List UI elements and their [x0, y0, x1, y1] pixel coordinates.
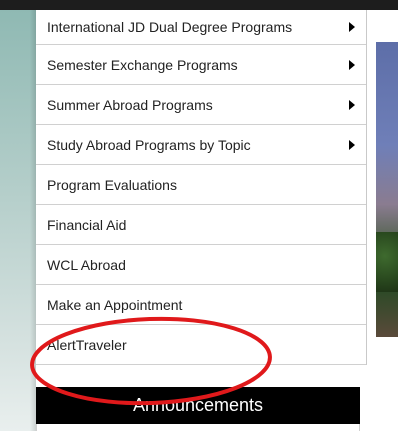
menu-item-summer-abroad-programs[interactable]: Summer Abroad Programs: [36, 85, 366, 125]
menu-item-wcl-abroad[interactable]: WCL Abroad: [36, 245, 366, 285]
menu-item-label: WCL Abroad: [47, 256, 126, 273]
menu-item-international-jd-dual-degree-programs[interactable]: International JD Dual Degree Programs: [36, 10, 366, 45]
announcements-header: Announcements: [36, 387, 360, 424]
chevron-right-icon: [349, 139, 355, 150]
menu-item-label: Program Evaluations: [47, 176, 177, 193]
chevron-right-icon: [349, 59, 355, 70]
menu-item-label: Summer Abroad Programs: [47, 96, 213, 113]
left-background-strip: [0, 10, 36, 431]
menu-item-label: International JD Dual Degree Programs: [47, 19, 293, 35]
menu-item-label: AlertTraveler: [47, 336, 127, 353]
menu-item-alerttraveler[interactable]: AlertTraveler: [36, 325, 366, 365]
menu-item-program-evaluations[interactable]: Program Evaluations: [36, 165, 366, 205]
menu-item-label: Make an Appointment: [47, 296, 183, 313]
dropdown-menu: International JD Dual Degree Programs Se…: [36, 10, 367, 365]
menu-item-study-abroad-programs-by-topic[interactable]: Study Abroad Programs by Topic: [36, 125, 366, 165]
announcements-title: Announcements: [132, 395, 264, 415]
announcements-body: [36, 424, 360, 431]
chevron-right-icon: [349, 99, 355, 110]
menu-item-semester-exchange-programs[interactable]: Semester Exchange Programs: [36, 45, 366, 85]
top-bar: [0, 0, 398, 10]
chevron-right-icon: [349, 22, 355, 32]
menu-item-label: Financial Aid: [47, 216, 127, 233]
photo-foliage: [376, 232, 398, 292]
menu-item-make-an-appointment[interactable]: Make an Appointment: [36, 285, 366, 325]
menu-item-label: Semester Exchange Programs: [47, 56, 238, 73]
background-photo: [376, 42, 398, 337]
page: International JD Dual Degree Programs Se…: [0, 0, 398, 431]
menu-item-financial-aid[interactable]: Financial Aid: [36, 205, 366, 245]
menu-item-label: Study Abroad Programs by Topic: [47, 136, 251, 153]
